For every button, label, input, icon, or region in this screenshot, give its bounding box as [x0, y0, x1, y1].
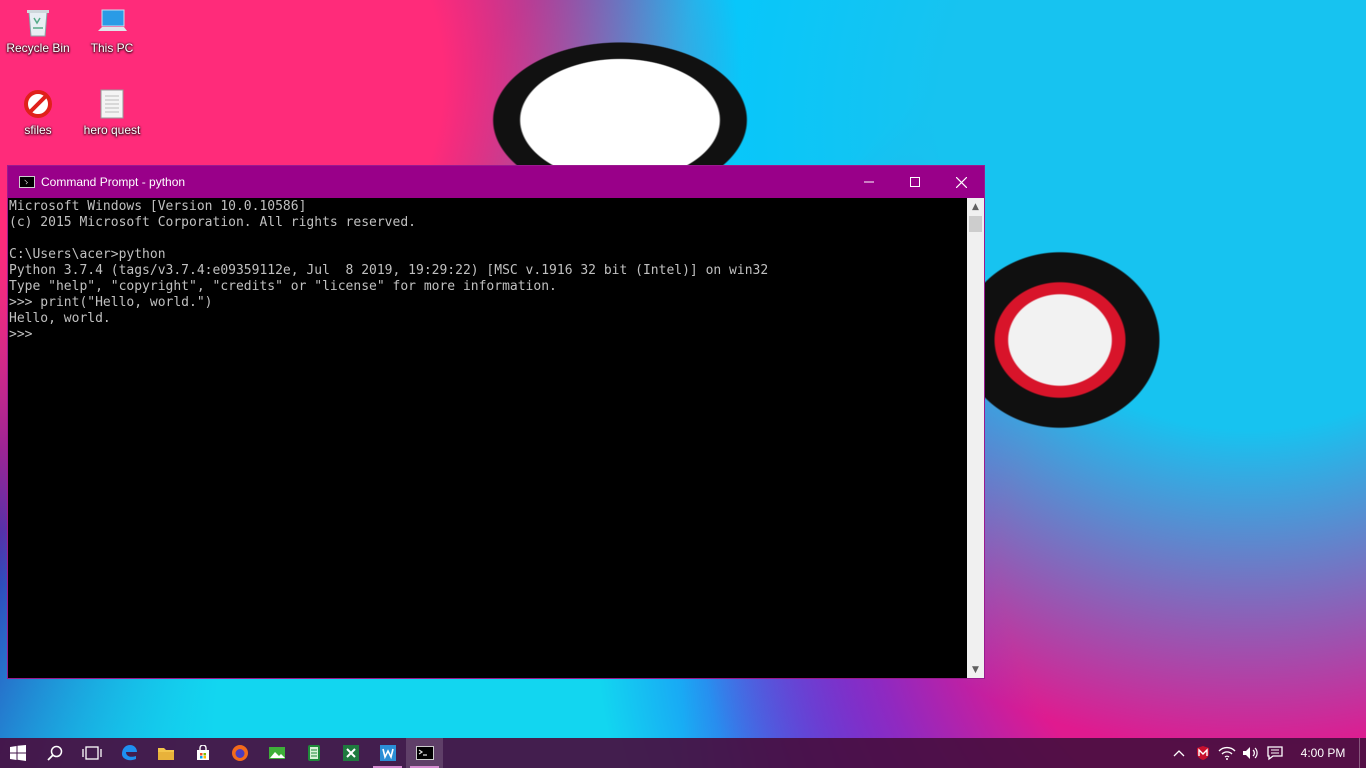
- word-icon: [379, 745, 396, 761]
- search-button[interactable]: [36, 738, 73, 768]
- window-titlebar[interactable]: Command Prompt - python: [8, 166, 984, 198]
- maximize-button[interactable]: [892, 166, 938, 198]
- desktop-icon-label: This PC: [90, 41, 134, 55]
- volume-icon: [1243, 747, 1258, 759]
- recycle-bin-icon: [22, 6, 54, 38]
- wifi-icon: [1218, 746, 1236, 760]
- taskbar-clock[interactable]: 4:00 PM: [1287, 746, 1359, 760]
- desktop-icon-label: sfiles: [24, 123, 52, 137]
- store-icon: [196, 745, 209, 760]
- computer-icon: [96, 6, 128, 38]
- desktop-icon-recycle-bin[interactable]: Recycle Bin: [0, 6, 76, 55]
- desktop-icon-label: hero quest: [83, 123, 141, 137]
- excel-button[interactable]: [332, 738, 369, 768]
- command-prompt-button[interactable]: [406, 738, 443, 768]
- photos-icon: [268, 747, 285, 759]
- window-title: Command Prompt - python: [41, 175, 186, 189]
- console-line: Python 3.7.4 (tags/v3.7.4:e09359112e, Ju…: [9, 263, 769, 278]
- minimize-button[interactable]: [846, 166, 892, 198]
- scroll-down-arrow-icon[interactable]: ▼: [967, 661, 984, 678]
- task-view-button[interactable]: [73, 738, 110, 768]
- action-center-icon: [1267, 746, 1283, 761]
- windows-logo-icon: [10, 745, 26, 761]
- task-view-icon: [81, 746, 102, 760]
- file-explorer-button[interactable]: [147, 738, 184, 768]
- excel-icon: [342, 745, 359, 761]
- console-line: Type "help", "copyright", "credits" or "…: [9, 279, 557, 294]
- mcafee-icon: [1197, 746, 1209, 760]
- notepad-icon: [307, 745, 320, 761]
- firefox-button[interactable]: [221, 738, 258, 768]
- command-prompt-window[interactable]: Command Prompt - python Microsoft Window…: [7, 165, 985, 679]
- console-output[interactable]: Microsoft Windows [Version 10.0.10586] (…: [8, 198, 969, 678]
- console-line: C:\Users\acer>python: [9, 247, 166, 262]
- command-prompt-icon: [19, 176, 35, 188]
- mcafee-button[interactable]: [1191, 738, 1215, 768]
- desktop-icon-sfiles[interactable]: sfiles: [0, 88, 76, 137]
- show-hidden-icons-button[interactable]: [1167, 738, 1191, 768]
- taskbar: 4:00 PM: [0, 738, 1366, 768]
- maximize-icon: [910, 177, 920, 187]
- action-center-button[interactable]: [1263, 738, 1287, 768]
- window-controls: [846, 166, 984, 198]
- console-line: (c) 2015 Microsoft Corporation. All righ…: [9, 215, 416, 230]
- desktop-icon-label: Recycle Bin: [6, 41, 70, 55]
- command-prompt-icon: [415, 746, 434, 760]
- desktop-icon-hero-quest[interactable]: hero quest: [74, 88, 150, 137]
- scrollbar-thumb[interactable]: [969, 216, 982, 232]
- console-prompt-line[interactable]: >>>: [9, 327, 969, 343]
- firefox-icon: [231, 745, 248, 761]
- minimize-icon: [864, 181, 874, 183]
- vertical-scrollbar[interactable]: ▲ ▼: [967, 198, 984, 678]
- desktop-icon-this-pc[interactable]: This PC: [74, 6, 150, 55]
- chevron-up-icon: [1173, 750, 1185, 757]
- word-button[interactable]: [369, 738, 406, 768]
- search-icon: [46, 745, 62, 761]
- console-line: Microsoft Windows [Version 10.0.10586]: [9, 199, 307, 214]
- store-button[interactable]: [184, 738, 221, 768]
- edge-button[interactable]: [110, 738, 147, 768]
- start-button[interactable]: [0, 738, 36, 768]
- edge-icon: [121, 745, 137, 761]
- photos-button[interactable]: [258, 738, 295, 768]
- system-tray: 4:00 PM: [1167, 738, 1366, 768]
- close-button[interactable]: [938, 166, 984, 198]
- file-icon: [96, 88, 128, 120]
- scroll-up-arrow-icon[interactable]: ▲: [967, 198, 984, 215]
- console-line: >>> print("Hello, world."): [9, 295, 213, 310]
- folder-icon: [157, 748, 174, 760]
- console-line: Hello, world.: [9, 311, 111, 326]
- blocked-icon: [22, 88, 54, 120]
- show-desktop-button[interactable]: [1359, 738, 1366, 768]
- notepad-button[interactable]: [295, 738, 332, 768]
- wifi-button[interactable]: [1215, 738, 1239, 768]
- volume-button[interactable]: [1239, 738, 1263, 768]
- close-icon: [955, 176, 967, 188]
